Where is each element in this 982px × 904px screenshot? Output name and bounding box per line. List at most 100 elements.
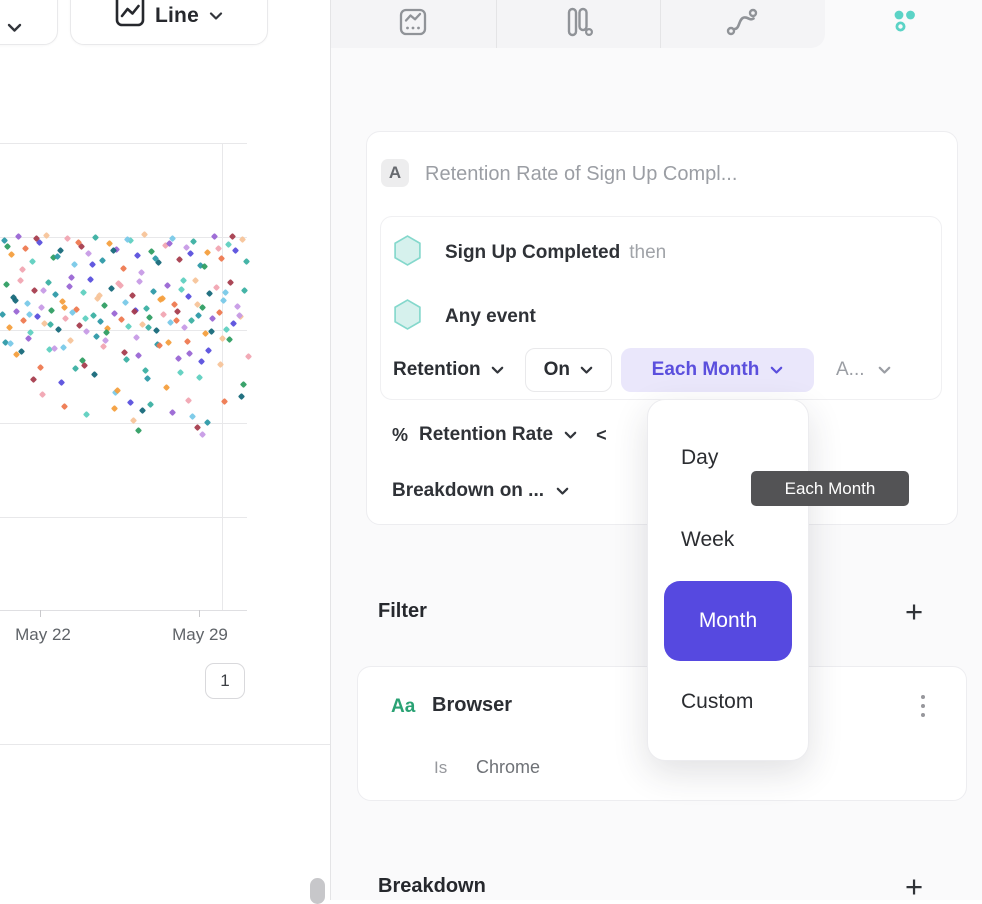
scatter-point (229, 233, 236, 240)
on-dropdown[interactable]: On (525, 348, 612, 392)
scatter-point (153, 327, 160, 334)
scatter-point (241, 287, 248, 294)
scatter-point (80, 289, 87, 296)
percent-icon: % (392, 425, 408, 446)
occluded-control: < (596, 425, 607, 446)
event-name[interactable]: Any event (445, 306, 536, 327)
scatter-point (144, 375, 151, 382)
scatter-point (111, 310, 118, 317)
on-label: On (544, 359, 570, 381)
add-breakdown-button[interactable]: + (905, 872, 923, 902)
scatter-point (123, 356, 130, 363)
scatter-point (3, 281, 10, 288)
kebab-menu-icon[interactable] (921, 695, 925, 717)
scatter-point (90, 312, 97, 319)
scatter-point (146, 314, 153, 321)
breakdown-on-label: Breakdown on ... (392, 480, 544, 502)
flow-icon (725, 6, 759, 43)
bar-chart-icon (562, 6, 594, 43)
menu-item-month[interactable]: Month (664, 581, 792, 661)
scatter-point (127, 399, 134, 406)
scatter-point (15, 233, 22, 240)
scatter-point (243, 258, 250, 265)
gridline (0, 517, 247, 518)
scatter-point (38, 304, 45, 311)
scatter-point (52, 291, 59, 298)
scatter-point (61, 403, 68, 410)
tab-insights[interactable] (331, 0, 495, 48)
metric-label: Retention Rate (419, 424, 553, 446)
chevron-down-icon (209, 12, 223, 21)
event-name[interactable]: Sign Up Completed (445, 242, 620, 263)
scatter-point (62, 315, 69, 322)
scatter-point (225, 241, 232, 248)
scatter-point (37, 364, 44, 371)
scatter-point (17, 277, 24, 284)
scatter-point (60, 344, 67, 351)
scatter-point (185, 293, 192, 300)
scatter-point (240, 381, 247, 388)
hexagon-icon (393, 235, 422, 271)
scatter-point (188, 317, 195, 324)
scatter-point (85, 250, 92, 257)
scatter-point (174, 308, 181, 315)
scatter-point (173, 317, 180, 324)
event-step-row[interactable]: Sign Up Completedthen (393, 235, 666, 271)
scatter-point (31, 287, 38, 294)
period-dropdown[interactable]: Each Month (621, 348, 814, 392)
filter-value[interactable]: Chrome (476, 757, 540, 778)
scatter-point (0, 311, 6, 318)
scatter-point (136, 278, 143, 285)
chart-type-label: Line (155, 4, 199, 28)
scatter-point (218, 255, 225, 262)
filter-property-name[interactable]: Browser (432, 694, 512, 717)
scatter-point (24, 300, 31, 307)
retention-dots-icon (891, 9, 917, 40)
breakdown-on-dropdown[interactable]: Breakdown on ... (392, 480, 569, 502)
scatter-point (19, 266, 26, 273)
scatter-point (143, 305, 150, 312)
scatter-point (213, 284, 220, 291)
retention-type-dropdown[interactable]: Retention (393, 359, 504, 381)
scatter-point (39, 391, 46, 398)
scatter-point (195, 312, 202, 319)
collapsed-dropdown-button[interactable] (0, 0, 58, 45)
scatter-point (51, 345, 58, 352)
scatter-point (8, 251, 15, 258)
query-title[interactable]: Retention Rate of Sign Up Compl... (425, 163, 737, 186)
pagination-page-button[interactable]: 1 (205, 663, 245, 699)
menu-item-week[interactable]: Week (648, 499, 808, 581)
scatter-point (211, 233, 218, 240)
chart-type-dropdown[interactable]: Line (70, 0, 268, 45)
x-axis-tick (40, 610, 41, 617)
scatter-point (150, 288, 157, 295)
scatter-point (232, 247, 239, 254)
tab-bars[interactable] (496, 0, 660, 48)
chevron-down-icon (556, 487, 569, 496)
x-axis-line (0, 610, 247, 611)
scatter-point (204, 419, 211, 426)
menu-item-custom[interactable]: Custom (648, 661, 808, 743)
scatter-point (169, 409, 176, 416)
tab-flows[interactable] (660, 0, 824, 48)
insights-chart-icon (398, 7, 428, 42)
scatter-point (165, 339, 172, 346)
scatter-point (67, 337, 74, 344)
chevron-down-icon (491, 366, 504, 375)
scatter-point (230, 320, 237, 327)
anchor-dropdown[interactable]: A... (836, 359, 891, 381)
scatter-point (190, 238, 197, 245)
filter-operator[interactable]: Is (434, 758, 447, 778)
chevron-down-icon (564, 431, 577, 440)
scatter-point (178, 286, 185, 293)
gridline (0, 143, 247, 144)
scatter-point (72, 365, 79, 372)
scatter-point (122, 299, 129, 306)
event-step-row[interactable]: Any event (393, 299, 536, 335)
tab-retention[interactable] (825, 0, 982, 48)
scatter-point (189, 413, 196, 420)
metric-dropdown[interactable]: % Retention Rate < (392, 424, 607, 446)
tooltip-text: Each Month (785, 479, 876, 499)
add-filter-button[interactable]: + (905, 597, 923, 627)
scrollbar-thumb[interactable] (310, 878, 325, 904)
